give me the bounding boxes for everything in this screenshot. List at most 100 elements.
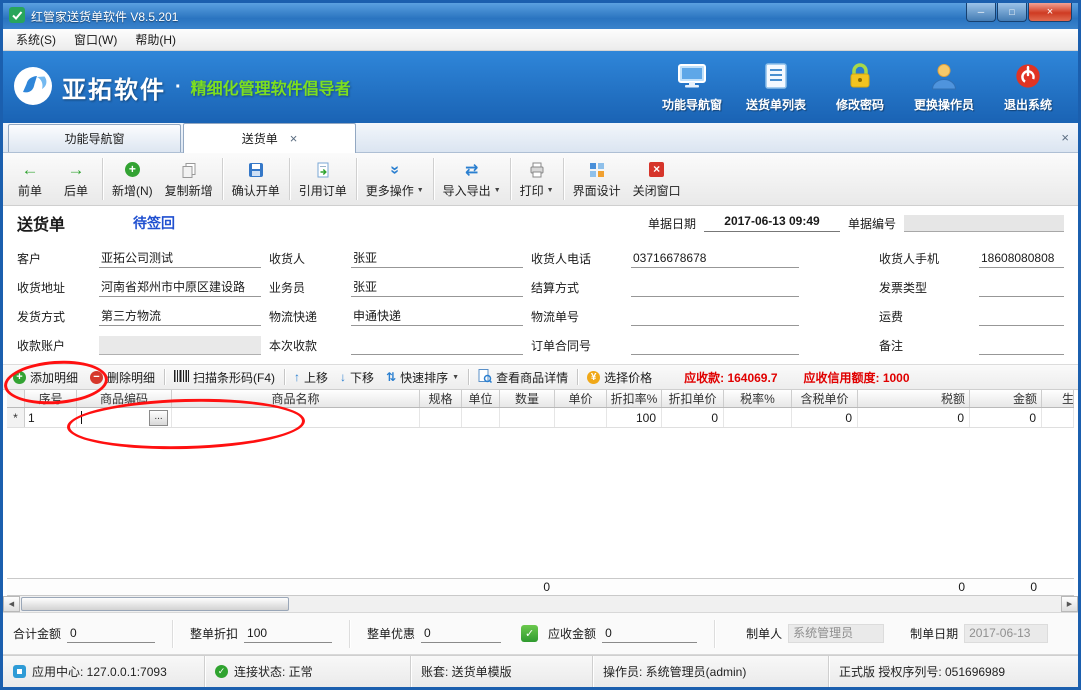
move-up-button[interactable]: ↑ 上移 (288, 367, 334, 388)
delete-detail-button[interactable]: − 删除明细 (84, 367, 161, 388)
minimize-button[interactable]: ─ (966, 3, 996, 22)
import-export-button[interactable]: ⇄ 导入导出▼ (437, 155, 507, 203)
text-cursor (81, 411, 82, 424)
field-order-contract-input[interactable] (631, 336, 799, 355)
cell-amount[interactable]: 0 (970, 408, 1042, 427)
arrow-left-icon: ← (22, 160, 39, 180)
field-remark-input[interactable] (979, 336, 1064, 355)
ui-design-button[interactable]: 界面设计 (567, 155, 627, 203)
doc-number-field[interactable] (904, 215, 1064, 232)
col-discount-rate[interactable]: 折扣率% (607, 390, 662, 407)
field-consignee-input[interactable]: 张亚 (351, 249, 523, 268)
field-ship-address-input[interactable]: 河南省郑州市中原区建设路 (99, 278, 261, 297)
col-product-name[interactable]: 商品名称 (172, 390, 420, 407)
col-extra[interactable]: 生 (1042, 390, 1074, 407)
prev-doc-button[interactable]: ← 前单 (7, 155, 53, 203)
total-amount-input[interactable]: 0 (67, 625, 155, 643)
quick-sort-button[interactable]: ⇅ 快速排序 ▼ (380, 367, 465, 388)
list-icon (761, 62, 791, 93)
field-current-collection-input[interactable] (351, 336, 523, 355)
maximize-button[interactable]: □ (997, 3, 1027, 22)
toolbar-separator (510, 158, 511, 200)
banner-action-exit-system[interactable]: 退出系统 (988, 62, 1068, 113)
scroll-right-button[interactable]: ▶ (1061, 596, 1078, 612)
col-spec[interactable]: 规格 (420, 390, 462, 407)
field-logistics-no-input[interactable] (631, 307, 799, 326)
col-amount[interactable]: 金额 (970, 390, 1042, 407)
cell-tax-rate[interactable] (724, 408, 792, 427)
banner-action-switch-operator[interactable]: 更换操作员 (904, 62, 984, 113)
scrollbar-thumb[interactable] (21, 597, 289, 611)
view-product-button[interactable]: 查看商品详情 (472, 367, 574, 388)
col-qty[interactable]: 数量 (500, 390, 555, 407)
doc-date-field[interactable]: 2017-06-13 09:49 (704, 214, 840, 232)
horizontal-scrollbar[interactable]: ◀ ▶ (3, 596, 1078, 613)
menu-item-system[interactable]: 系统(S) (7, 29, 65, 50)
col-discount-price[interactable]: 折扣单价 (662, 390, 724, 407)
cell-tax-amount[interactable]: 0 (858, 408, 970, 427)
col-product-code[interactable]: 商品编码 (77, 390, 172, 407)
cell-unit[interactable] (462, 408, 500, 427)
print-button[interactable]: 打印▼ (514, 155, 560, 203)
field-freight-input[interactable] (979, 307, 1064, 326)
copy-new-button[interactable]: 复制新增 (159, 155, 219, 203)
field-collection-account-input[interactable] (99, 336, 261, 355)
close-window-icon: × (649, 162, 664, 177)
cell-seq[interactable]: 1 (25, 408, 77, 427)
tab-delivery-note[interactable]: 送货单 × (183, 123, 356, 153)
minus-icon: − (90, 371, 103, 384)
select-price-button[interactable]: ¥ 选择价格 (581, 367, 658, 388)
cell-unit-price[interactable] (555, 408, 607, 427)
app-icon (9, 7, 25, 26)
cell-qty[interactable] (500, 408, 555, 427)
next-doc-button[interactable]: → 后单 (53, 155, 99, 203)
confirm-order-button[interactable]: 确认开单 (226, 155, 286, 203)
field-invoice-type-input[interactable] (979, 278, 1064, 297)
cell-product-name[interactable] (172, 408, 420, 427)
col-unit-price[interactable]: 单价 (555, 390, 607, 407)
move-down-button[interactable]: ↓ 下移 (334, 367, 380, 388)
cell-extra[interactable] (1042, 408, 1074, 427)
close-window-button[interactable]: × 关闭窗口 (627, 155, 687, 203)
whole-promo-input[interactable]: 0 (421, 625, 501, 643)
more-actions-button[interactable]: » 更多操作▼ (360, 155, 430, 203)
receivable-input[interactable]: 0 (602, 625, 697, 643)
cell-spec[interactable] (420, 408, 462, 427)
field-logistics-express-input[interactable]: 申通快递 (351, 307, 523, 326)
col-seq[interactable]: 序号 (25, 390, 77, 407)
browse-products-button[interactable]: ... (149, 410, 168, 426)
tabbar-close-icon[interactable]: × (1061, 131, 1069, 144)
field-consignee-phone-input[interactable]: 03716678678 (631, 249, 799, 268)
recalculate-icon[interactable]: ✓ (521, 625, 538, 642)
scroll-left-button[interactable]: ◀ (3, 596, 20, 612)
field-ship-method-input[interactable]: 第三方物流 (99, 307, 261, 326)
col-tax-incl-price[interactable]: 含税单价 (792, 390, 858, 407)
whole-discount-input[interactable]: 100 (244, 625, 332, 643)
tab-nav-window[interactable]: 功能导航窗 (8, 124, 181, 152)
reference-order-button[interactable]: 引用订单 (293, 155, 353, 203)
col-tax-rate[interactable]: 税率% (724, 390, 792, 407)
total-qty: 0 (500, 579, 555, 595)
add-new-button[interactable]: + 新增(N) (106, 155, 159, 203)
cell-tax-incl-price[interactable]: 0 (792, 408, 858, 427)
close-button[interactable]: × (1028, 3, 1072, 22)
sort-icon: ⇅ (386, 370, 396, 384)
banner-action-change-password[interactable]: 修改密码 (820, 62, 900, 113)
col-tax-amount[interactable]: 税额 (858, 390, 970, 407)
field-settlement-input[interactable] (631, 278, 799, 297)
menu-item-window[interactable]: 窗口(W) (65, 29, 126, 50)
cell-product-code[interactable]: ... (77, 408, 172, 427)
field-salesman-input[interactable]: 张亚 (351, 278, 523, 297)
scan-barcode-button[interactable]: 扫描条形码(F4) (168, 367, 281, 388)
button-label: 查看商品详情 (496, 369, 568, 386)
banner-action-delivery-list[interactable]: 送货单列表 (736, 62, 816, 113)
col-unit[interactable]: 单位 (462, 390, 500, 407)
field-consignee-mobile-input[interactable]: 18608080808 (979, 249, 1064, 268)
add-detail-button[interactable]: + 添加明细 (7, 367, 84, 388)
menu-item-help[interactable]: 帮助(H) (126, 29, 185, 50)
field-customer-input[interactable]: 亚拓公司测试 (99, 249, 261, 268)
cell-discount-rate[interactable]: 100 (607, 408, 662, 427)
tab-close-icon[interactable]: × (290, 132, 298, 145)
banner-action-nav-window[interactable]: 功能导航窗 (652, 62, 732, 113)
cell-discount-price[interactable]: 0 (662, 408, 724, 427)
